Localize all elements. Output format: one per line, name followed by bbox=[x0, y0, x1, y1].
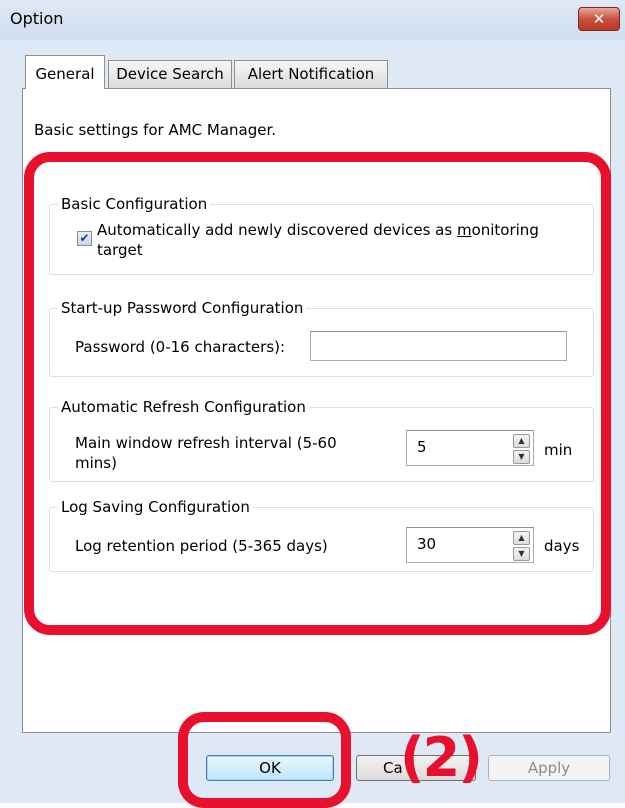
apply-button[interactable]: Apply bbox=[488, 755, 610, 781]
tab-alert-notification[interactable]: Alert Notification bbox=[234, 60, 388, 88]
close-button[interactable]: ✕ bbox=[578, 7, 620, 31]
panel-subtitle: Basic settings for AMC Manager. bbox=[34, 121, 277, 139]
tab-device-search[interactable]: Device Search bbox=[108, 60, 232, 88]
ok-highlight-frame bbox=[178, 712, 351, 808]
settings-highlight-frame bbox=[24, 152, 611, 635]
step-annotation: (2) bbox=[400, 726, 483, 789]
close-icon: ✕ bbox=[592, 10, 606, 28]
title-bar: Option ✕ bbox=[0, 0, 625, 40]
window-title: Option bbox=[10, 9, 64, 28]
tab-general[interactable]: General bbox=[25, 55, 105, 89]
option-dialog: Option ✕ General Device Search Alert Not… bbox=[0, 0, 625, 808]
